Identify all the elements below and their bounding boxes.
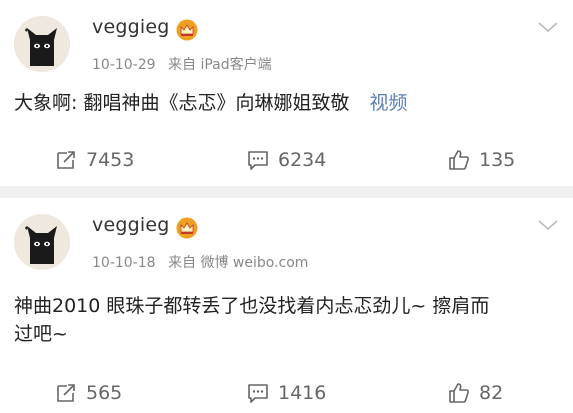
username[interactable]: veggieg [92,16,169,38]
post-text-line: 神曲2010 眼珠子都转丢了也没找着内忐忑劲儿~ 擦肩而 [14,295,490,317]
post-meta: 10-10-29 来自 iPad客户端 [92,54,280,74]
post-actions: 7453 6234 135 [0,145,573,175]
like-button[interactable]: 135 [447,145,515,175]
comment-button[interactable]: 1416 [246,378,326,408]
comment-icon [248,151,268,170]
post-meta: 10-10-18 来自 微博 weibo.com [92,252,316,272]
repost-button[interactable]: 565 [54,378,122,408]
comment-count: 1416 [278,382,327,404]
weibo-post: veggieg 10-10-18 来自 微博 weibo.com 神曲2010 … [0,198,573,413]
cat-avatar-icon [14,16,70,72]
cat-avatar-icon [14,214,70,270]
repost-icon [57,151,75,169]
repost-icon [57,384,75,402]
chevron-down-icon[interactable] [537,20,559,34]
repost-button[interactable]: 7453 [54,145,134,175]
post-text-body: 大象啊: 翻唱神曲《忐忑》向琳娜姐致敬 [14,92,350,114]
like-button[interactable]: 82 [447,378,503,408]
post-separator [0,186,573,198]
chevron-down-icon[interactable] [537,218,559,232]
avatar[interactable] [14,214,70,270]
video-link[interactable]: 视频 [369,92,407,114]
post-actions: 565 1416 82 [0,378,573,408]
crown-icon [176,217,198,239]
post-text: 大象啊: 翻唱神曲《忐忑》向琳娜姐致敬 视频 [14,89,555,117]
post-source: 来自 微博 weibo.com [168,255,309,271]
comment-icon [248,384,268,403]
weibo-post: veggieg 10-10-29 来自 iPad客户端 大象啊: 翻唱神曲《忐忑… [0,0,573,186]
crown-icon [176,19,198,41]
like-icon [449,150,469,170]
like-count: 82 [479,382,504,404]
repost-count: 7453 [86,149,135,171]
like-count: 135 [479,149,516,171]
username[interactable]: veggieg [92,214,169,236]
post-source: 来自 iPad客户端 [168,57,272,73]
post-date: 10-10-29 [92,57,156,73]
post-date: 10-10-18 [92,255,156,271]
avatar[interactable] [14,16,70,72]
post-text-line: 过吧~ [14,323,68,345]
comment-button[interactable]: 6234 [246,145,326,175]
post-text: 神曲2010 眼珠子都转丢了也没找着内忐忑劲儿~ 擦肩而 过吧~ [14,292,555,348]
repost-count: 565 [86,382,123,404]
like-icon [449,383,469,403]
comment-count: 6234 [278,149,327,171]
